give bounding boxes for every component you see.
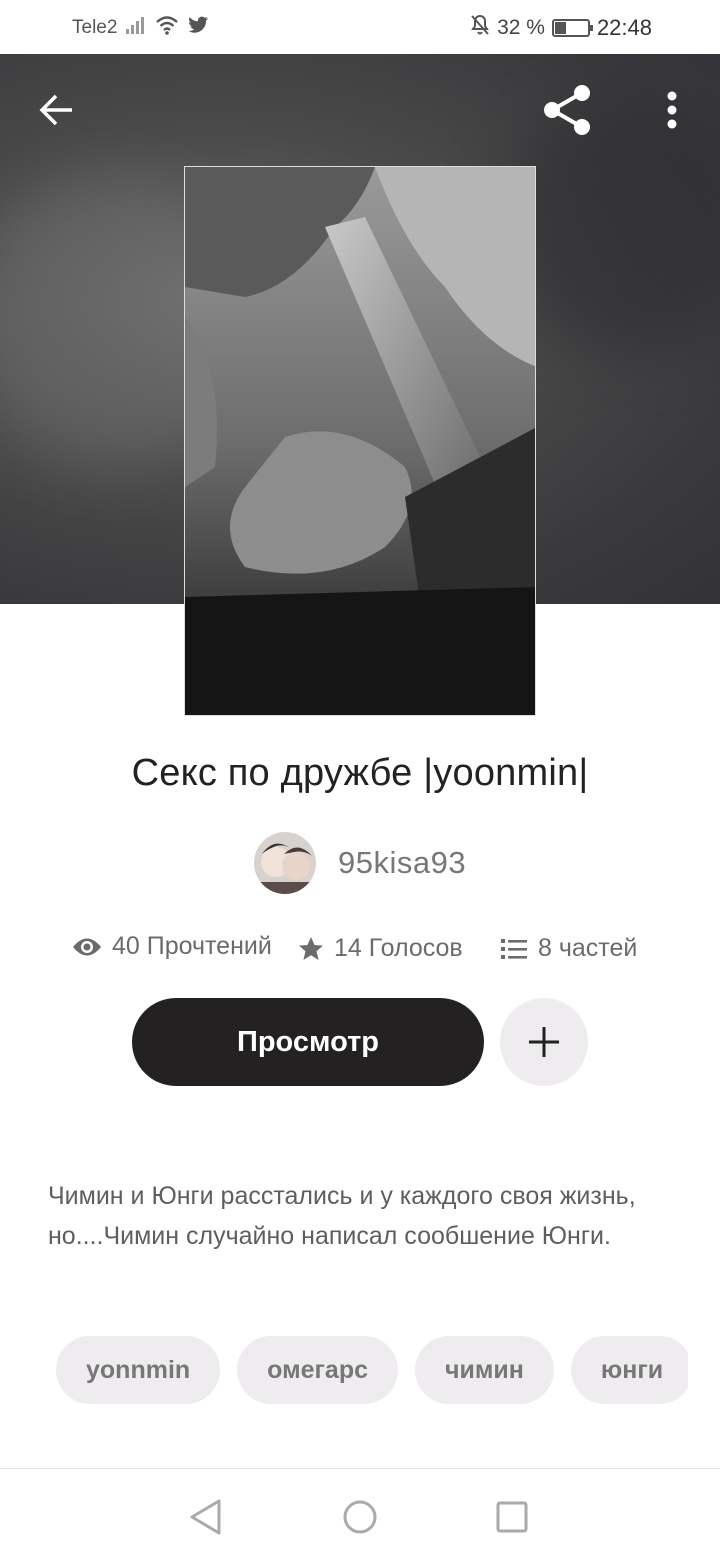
tag-chip[interactable]: чимин <box>415 1336 554 1404</box>
circle-home-icon <box>343 1500 377 1534</box>
tag-list: yonnmin омегарс чимин юнги <box>56 1336 688 1404</box>
parts-stat: 8 частей <box>500 934 637 963</box>
story-description: Чимин и Юнги расстались и у каждого своя… <box>48 1182 636 1250</box>
reads-count: 40 Прочтений <box>112 932 272 960</box>
reads-stat: 40 Прочтений <box>72 932 272 961</box>
arrow-left-icon <box>39 94 72 126</box>
list-icon <box>501 938 527 959</box>
wifi-icon <box>155 15 179 41</box>
battery-icon <box>551 19 593 37</box>
more-options-button[interactable] <box>650 80 694 140</box>
back-button[interactable] <box>24 80 88 140</box>
plus-icon <box>529 1027 559 1057</box>
status-bar: Tele2 32 % 22:48 <box>0 0 720 54</box>
story-stats: 40 Прочтений 14 Голосов 8 частей <box>0 928 720 972</box>
author-link[interactable]: 95kisa93 <box>254 832 466 894</box>
clock: 22:48 <box>596 15 652 40</box>
story-cover-image <box>184 166 536 716</box>
more-vertical-icon <box>667 91 677 129</box>
triangle-back-icon <box>190 1499 221 1535</box>
tag-chip[interactable]: омегарс <box>237 1336 399 1404</box>
battery-percent: 32 % <box>497 16 545 39</box>
square-recents-icon <box>496 1501 528 1533</box>
twitter-icon <box>187 15 209 41</box>
author-name[interactable]: 95kisa93 <box>338 845 466 881</box>
status-left: Tele2 <box>72 15 209 41</box>
author-avatar[interactable] <box>254 832 316 894</box>
battery-fill <box>554 22 566 34</box>
signal-icon <box>125 15 147 41</box>
system-nav-bar <box>0 1468 720 1560</box>
parts-count: 8 частей <box>538 934 638 962</box>
add-to-library-button[interactable] <box>500 998 588 1086</box>
tag-chip[interactable]: юнги <box>570 1336 688 1404</box>
star-icon <box>299 936 323 960</box>
tag-chip[interactable]: yonnmin <box>56 1336 221 1404</box>
story-title: Секс по дружбе |yoonmin| <box>131 752 589 794</box>
nav-home-button[interactable] <box>340 1497 380 1537</box>
share-button[interactable] <box>536 80 600 140</box>
status-right: 32 % 22:48 <box>470 14 652 42</box>
eye-icon <box>73 938 101 955</box>
nav-recents-button[interactable] <box>492 1497 532 1537</box>
mute-icon <box>470 14 490 42</box>
story-details-screen: Tele2 32 % 22:48 Секс по дружбе |yoonmin… <box>0 0 720 1560</box>
votes-stat: 14 Голосов <box>298 934 463 963</box>
nav-back-button[interactable] <box>186 1497 226 1537</box>
carrier-name: Tele2 <box>72 17 118 38</box>
votes-count: 14 Голосов <box>334 934 463 962</box>
read-button[interactable]: Просмотр <box>132 998 484 1086</box>
share-icon <box>544 85 590 135</box>
